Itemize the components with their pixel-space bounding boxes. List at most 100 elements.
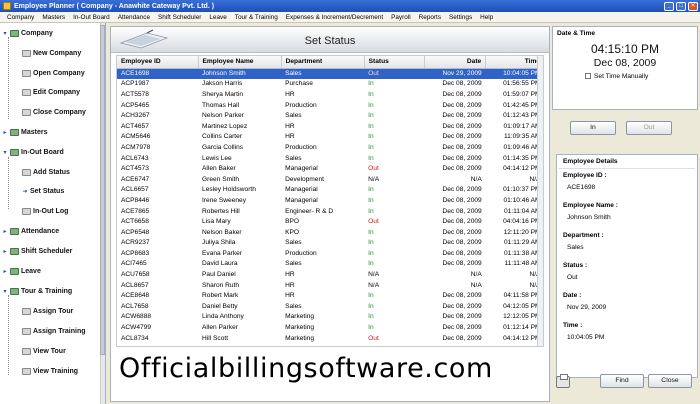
collapse-icon[interactable]: ▾: [2, 149, 8, 156]
tree-view-training[interactable]: View Training: [22, 365, 78, 377]
cell-employee-name: Robertes Hill: [202, 207, 240, 215]
page-icon: [22, 327, 31, 335]
cell-department: Marketing: [285, 334, 315, 342]
out-button[interactable]: Out: [626, 121, 672, 135]
tree-set-status[interactable]: ➜ Set Status: [22, 185, 64, 197]
cell-status: In: [368, 313, 374, 321]
table-row[interactable]: ACM5646 Collins Carter HR In Dec 08, 2009 11:…: [117, 132, 543, 143]
table-row[interactable]: ACL8734 Hill Scott Marketing Out Dec 08, 200…: [117, 333, 543, 344]
find-button[interactable]: Find: [600, 374, 644, 388]
expand-icon[interactable]: ▸: [2, 268, 8, 275]
expand-icon[interactable]: ▸: [2, 228, 8, 235]
table-row[interactable]: ACT4657 Martinez Lopez HR In Dec 08, 2009 01:…: [117, 121, 543, 132]
tree-new-company[interactable]: New Company: [22, 47, 81, 59]
sidebar-scroll-thumb[interactable]: [100, 25, 105, 355]
table-scrollbar[interactable]: [537, 56, 543, 346]
cell-status: In: [368, 302, 374, 310]
print-icon[interactable]: [556, 374, 570, 388]
collapse-icon[interactable]: ▾: [2, 288, 8, 295]
table-row[interactable]: ACP5465 Thomas Hall Production In Dec 08, 20…: [117, 100, 543, 111]
cell-status: In: [368, 186, 374, 194]
col-department[interactable]: Department: [281, 56, 365, 69]
tree-shift-scheduler[interactable]: ▸ Shift Scheduler: [2, 245, 72, 257]
set-time-manually[interactable]: Set Time Manually: [585, 73, 648, 80]
menu-leave[interactable]: Leave: [205, 14, 230, 21]
tree-view-tour[interactable]: View Tour: [22, 345, 66, 357]
table-row[interactable]: ACM7978 Garcia Collins Production In Dec 08,…: [117, 142, 543, 153]
close-window-button[interactable]: ✕: [688, 1, 698, 11]
menu-company[interactable]: Company: [3, 14, 38, 21]
cell-date: Dec 08, 2009: [442, 324, 482, 332]
set-time-manually-checkbox[interactable]: [585, 73, 591, 80]
cell-department: Production: [285, 101, 317, 109]
col-time[interactable]: Time: [485, 56, 543, 69]
table-row[interactable]: ACL6743 Lewis Lee Sales In Dec 08, 2009 01:14…: [117, 153, 543, 164]
table-row[interactable]: ACR9237 Juliya Shila Sales In Dec 08, 2009 01…: [117, 238, 543, 249]
menu-payroll[interactable]: Payroll: [387, 14, 415, 21]
window-title: Employee Planner ( Company - Anawhite Ca…: [14, 2, 215, 10]
in-button[interactable]: In: [570, 121, 616, 135]
tree-company[interactable]: ▾ Company: [2, 27, 53, 39]
menu-help[interactable]: Help: [476, 14, 497, 21]
cell-date: Dec 08, 2009: [442, 133, 482, 141]
table-row[interactable]: ACT5578 Sherya Martin HR In Dec 08, 2009 01:5…: [117, 89, 543, 100]
tree-masters[interactable]: ▸ Masters: [2, 126, 47, 138]
menu-attendance[interactable]: Attendance: [114, 14, 154, 21]
cell-employee-name: Irene Sweeney: [202, 196, 247, 204]
table-row[interactable]: ACL8657 Sharon Ruth HR N/A N/A N/A: [117, 280, 543, 291]
table-row[interactable]: ACP8446 Irene Sweeney Managerial In Dec 08, …: [117, 195, 543, 206]
table-row[interactable]: ACI7465 David Laura Sales In Dec 08, 2009 11:…: [117, 259, 543, 270]
col-employee-name[interactable]: Employee Name: [198, 56, 282, 69]
tree-assign-tour[interactable]: Assign Tour: [22, 305, 73, 317]
col-status[interactable]: Status: [364, 56, 426, 69]
table-row[interactable]: ACL7658 Daniel Betty Sales In Dec 08, 2009 04…: [117, 301, 543, 312]
cell-employee-name: Robert Mark: [202, 292, 239, 300]
folder-icon: [10, 227, 19, 235]
table-row[interactable]: ACE7865 Robertes Hill Engineer- R & D In Dec…: [117, 206, 543, 217]
table-row[interactable]: ACP1987 Jakson Harris Purchase In Dec 08, 20…: [117, 79, 543, 90]
expand-icon[interactable]: ▸: [2, 248, 8, 255]
table-row[interactable]: ACP8683 Evana Parker Production In Dec 08, 2…: [117, 248, 543, 259]
tree-inout-log[interactable]: In-Out Log: [22, 205, 68, 217]
tree-leave[interactable]: ▸ Leave: [2, 265, 41, 277]
table-row[interactable]: ACT6658 Lisa Mary BPO Out Dec 08, 2009 04:04:…: [117, 216, 543, 227]
col-date[interactable]: Date: [424, 56, 487, 69]
tree-tour-training[interactable]: ▾ Tour & Training: [2, 285, 72, 297]
tree-edit-company[interactable]: Edit Company: [22, 86, 80, 98]
menu-shift-scheduler[interactable]: Shift Scheduler: [154, 14, 205, 21]
table-row[interactable]: ACW6888 Linda Anthony Marketing In Dec 08, 2…: [117, 312, 543, 323]
col-employee-id[interactable]: Employee ID: [117, 56, 199, 69]
minimize-button[interactable]: _: [664, 1, 674, 11]
collapse-icon[interactable]: ▾: [2, 30, 8, 37]
menu-expenses[interactable]: Expenses & Increment/Decrement: [282, 14, 387, 21]
menu-inout-board[interactable]: In-Out Board: [69, 14, 114, 21]
tree-assign-training[interactable]: Assign Training: [22, 325, 86, 337]
tree-inout-board[interactable]: ▾ In-Out Board: [2, 146, 64, 158]
cell-time: 04:14:12 PM: [503, 165, 541, 173]
table-row[interactable]: ACT4573 Allen Baker Managerial Out Dec 08, 2…: [117, 163, 543, 174]
tree-attendance[interactable]: ▸ Attendance: [2, 225, 59, 237]
close-button[interactable]: Close: [648, 374, 692, 388]
table-row[interactable]: ACL6657 Lesley Holdsworth Managerial In Dec …: [117, 185, 543, 196]
table-row[interactable]: ACE1698 Johnson Smith Sales Out Nov 29, 2009…: [117, 68, 543, 79]
menu-reports[interactable]: Reports: [415, 14, 445, 21]
cell-department: Production: [285, 249, 317, 257]
tree-add-status[interactable]: Add Status: [22, 166, 70, 178]
table-row[interactable]: ACU7658 Paul Daniel HR N/A N/A N/A: [117, 269, 543, 280]
table-row[interactable]: ACW4799 Allen Parker Marketing In Dec 08, 20…: [117, 322, 543, 333]
table-row[interactable]: ACE6747 Green Smith Development N/A N/A N/A: [117, 174, 543, 185]
expand-icon[interactable]: ▸: [2, 129, 8, 136]
table-row[interactable]: ACH3267 Nelson Parker Sales In Dec 08, 2009 0…: [117, 110, 543, 121]
table-row[interactable]: ACE8648 Robert Mark HR In Dec 08, 2009 04:11:…: [117, 290, 543, 301]
menu-masters[interactable]: Masters: [38, 14, 69, 21]
maximize-button[interactable]: □: [676, 1, 686, 11]
cell-department: Sales: [281, 68, 365, 79]
tree-open-company[interactable]: Open Company: [22, 67, 85, 79]
employee-details: Employee Details Employee ID : ACE1698 E…: [556, 154, 698, 378]
menu-tour-training[interactable]: Tour & Training: [231, 14, 282, 21]
tree-close-company[interactable]: Close Company: [22, 106, 86, 118]
table-row[interactable]: ACP6548 Nelson Baker KPO In Dec 08, 2009 12:1…: [117, 227, 543, 238]
menu-settings[interactable]: Settings: [445, 14, 476, 21]
sidebar-scrollbar[interactable]: [100, 23, 105, 404]
cell-employee-name: Garcia Collins: [202, 143, 244, 151]
